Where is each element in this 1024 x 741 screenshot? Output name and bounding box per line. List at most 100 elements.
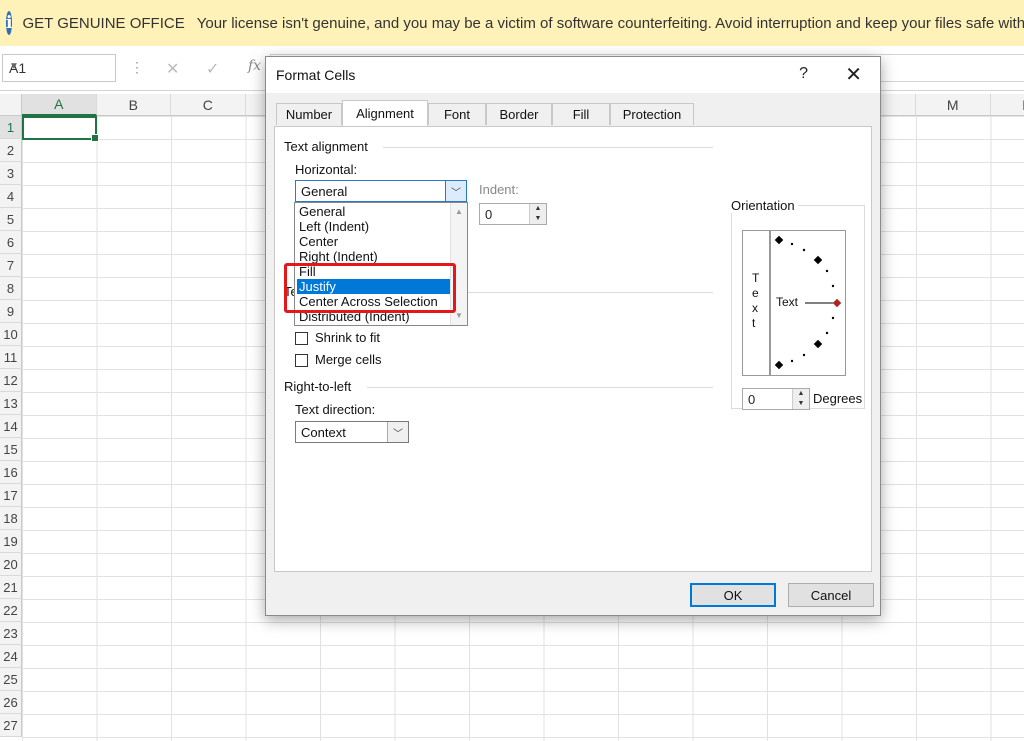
row-header[interactable]: 18: [0, 507, 22, 530]
vertical-text-button[interactable]: T e x t: [742, 230, 770, 376]
chevron-down-icon[interactable]: ▼: [9, 61, 109, 72]
horizontal-select[interactable]: General ﹀: [295, 180, 467, 202]
indent-value: 0: [485, 207, 493, 222]
row-header[interactable]: 13: [0, 392, 22, 415]
active-cell[interactable]: [22, 116, 99, 142]
row-header[interactable]: 16: [0, 461, 22, 484]
row-header[interactable]: 17: [0, 484, 22, 507]
tab-font[interactable]: Font: [428, 103, 486, 125]
vertical-letter: T: [752, 271, 760, 285]
row-header[interactable]: 9: [0, 300, 22, 323]
banner-message: Your license isn't genuine, and you may …: [196, 14, 1024, 32]
more-icon: ⋮: [130, 59, 144, 75]
row-header[interactable]: 8: [0, 277, 22, 300]
annotation-highlight-box: [284, 263, 456, 313]
cancel-button[interactable]: Cancel: [788, 583, 874, 607]
text-alignment-heading: Text alignment: [284, 139, 368, 154]
row-header[interactable]: 5: [0, 208, 22, 231]
spin-up-icon[interactable]: ▲: [530, 204, 546, 214]
text-direction-select[interactable]: Context ﹀: [295, 421, 409, 443]
row-header[interactable]: 12: [0, 369, 22, 392]
indent-spinner[interactable]: 0 ▲ ▼: [479, 203, 547, 225]
vertical-letter: x: [752, 301, 758, 315]
divider: [383, 147, 713, 148]
column-header[interactable]: A: [22, 94, 97, 116]
cancel-entry-icon[interactable]: ✕: [166, 59, 179, 79]
spin-down-icon[interactable]: ▼: [793, 399, 809, 409]
spin-down-icon[interactable]: ▼: [530, 214, 546, 224]
info-icon: i: [6, 11, 13, 35]
orientation-dial[interactable]: Text: [770, 230, 846, 376]
text-direction-label: Text direction:: [295, 402, 376, 417]
spin-up-icon[interactable]: ▲: [793, 389, 809, 399]
list-item[interactable]: Left (Indent): [297, 219, 451, 234]
row-header[interactable]: 20: [0, 553, 22, 576]
list-item[interactable]: Right (Indent): [297, 249, 451, 264]
list-item[interactable]: Center: [297, 234, 451, 249]
row-header[interactable]: 14: [0, 415, 22, 438]
vertical-letter: e: [752, 286, 759, 300]
format-cells-dialog: Format Cells ? ✕ Number Alignment Font B…: [265, 56, 881, 616]
row-header[interactable]: 15: [0, 438, 22, 461]
row-header[interactable]: 19: [0, 530, 22, 553]
horizontal-select-value: General: [301, 184, 348, 199]
row-header[interactable]: 27: [0, 714, 22, 737]
row-header[interactable]: 26: [0, 691, 22, 714]
row-header[interactable]: 23: [0, 622, 22, 645]
row-header[interactable]: 21: [0, 576, 22, 599]
column-header[interactable]: C: [171, 94, 246, 116]
tab-number[interactable]: Number: [276, 103, 342, 125]
license-warning-banner: i GET GENUINE OFFICE Your license isn't …: [0, 0, 1024, 47]
divider: [367, 387, 713, 388]
row-header[interactable]: 3: [0, 162, 22, 185]
help-button[interactable]: ?: [799, 65, 808, 83]
column-header[interactable]: N: [990, 94, 1024, 116]
row-header[interactable]: 6: [0, 231, 22, 254]
degrees-spinner[interactable]: 0 ▲ ▼: [742, 388, 810, 410]
column-header[interactable]: M: [916, 94, 991, 116]
orientation-group: Orientation T e x t Text 0 ▲ ▼ Degrees: [728, 198, 865, 410]
right-to-left-heading: Right-to-left: [284, 379, 352, 394]
ok-button[interactable]: OK: [690, 583, 776, 607]
indent-label: Indent:: [479, 182, 519, 197]
merge-cells-checkbox[interactable]: [295, 354, 308, 367]
banner-title: GET GENUINE OFFICE: [22, 14, 185, 32]
row-header[interactable]: 25: [0, 668, 22, 691]
tab-fill[interactable]: Fill: [552, 103, 610, 125]
scroll-up-icon[interactable]: ▲: [451, 205, 467, 219]
shrink-to-fit-checkbox[interactable]: [295, 332, 308, 345]
confirm-entry-icon[interactable]: ✓: [206, 59, 219, 79]
dialog-title: Format Cells: [276, 67, 356, 83]
tab-protection[interactable]: Protection: [610, 103, 694, 125]
text-direction-value: Context: [301, 425, 346, 440]
row-header[interactable]: 1: [0, 116, 22, 139]
name-box[interactable]: A1 ▼: [2, 54, 116, 82]
row-header[interactable]: 10: [0, 323, 22, 346]
column-header[interactable]: B: [96, 94, 171, 116]
list-item[interactable]: General: [297, 204, 451, 219]
row-header[interactable]: 7: [0, 254, 22, 277]
close-icon[interactable]: ✕: [845, 62, 862, 87]
row-header[interactable]: 22: [0, 599, 22, 622]
alignment-panel: Text alignment Horizontal: General ﹀ Ind…: [274, 126, 872, 572]
chevron-down-icon[interactable]: ﹀: [387, 422, 408, 442]
select-all-corner[interactable]: [0, 94, 22, 116]
tab-alignment[interactable]: Alignment: [342, 100, 428, 126]
row-header[interactable]: 4: [0, 185, 22, 208]
chevron-down-icon[interactable]: ﹀: [445, 181, 466, 201]
dialog-titlebar: Format Cells ? ✕: [266, 57, 880, 93]
horizontal-label: Horizontal:: [295, 162, 358, 177]
row-header[interactable]: 11: [0, 346, 22, 369]
vertical-letter: t: [752, 316, 756, 330]
tab-border[interactable]: Border: [486, 103, 552, 125]
divider: [465, 292, 713, 293]
shrink-to-fit-label: Shrink to fit: [315, 330, 381, 345]
row-header[interactable]: 24: [0, 645, 22, 668]
degrees-label: Degrees: [813, 391, 863, 406]
insert-function-icon[interactable]: fx: [248, 58, 261, 74]
row-header[interactable]: 2: [0, 139, 22, 162]
degrees-value: 0: [748, 392, 756, 407]
merge-cells-label: Merge cells: [315, 352, 382, 367]
orientation-heading: Orientation: [728, 198, 798, 213]
orientation-dial-text: Text: [776, 295, 799, 309]
